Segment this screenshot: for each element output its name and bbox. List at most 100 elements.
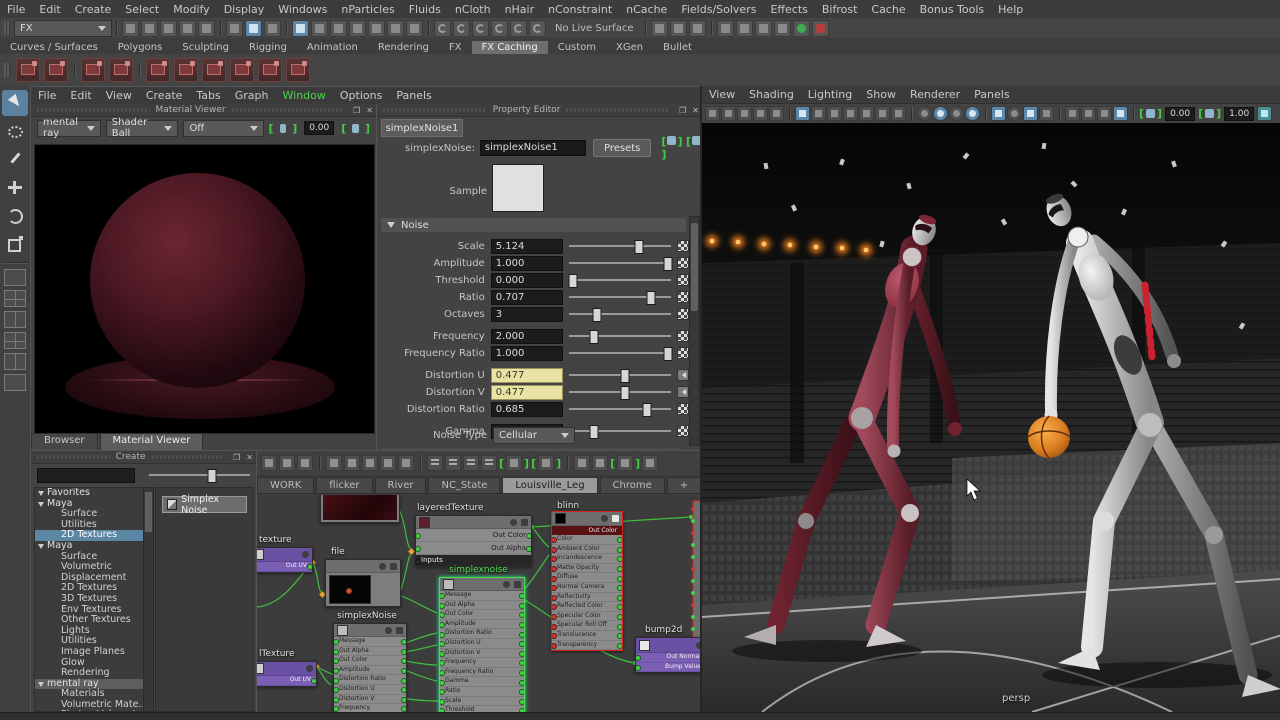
node-port-row[interactable]: Translucence <box>552 631 622 641</box>
bottom-tab[interactable]: Material Viewer <box>100 433 204 450</box>
viewport-menu-item[interactable]: View <box>702 88 742 101</box>
node-editor-tab[interactable]: Chrome <box>600 477 665 493</box>
node-port-row[interactable]: Distortion V <box>440 649 524 659</box>
rearrange-icon[interactable] <box>398 455 414 471</box>
place2d-texture-node-a[interactable]: Out UV <box>257 547 313 573</box>
fog-icon[interactable] <box>1007 106 1022 121</box>
use-all-lights-icon[interactable] <box>843 106 858 121</box>
snap-curves-icon-4[interactable] <box>491 20 508 37</box>
gamma-icon[interactable] <box>352 124 359 133</box>
node-port-row[interactable]: Specular Color <box>552 612 622 622</box>
scale-tool[interactable] <box>2 230 28 256</box>
construction-history-icon[interactable] <box>330 20 347 37</box>
hypershade-menu-item[interactable]: Panels <box>389 89 438 102</box>
create-node-item[interactable]: Simplex Noise <box>162 496 247 513</box>
scroll-thumb[interactable] <box>145 492 152 532</box>
camera-attributes-icon[interactable] <box>705 106 720 121</box>
two-pane-layout-button[interactable] <box>4 311 26 328</box>
node-port-row[interactable]: Ambient Color <box>552 545 622 555</box>
screen-space-ao-icon[interactable] <box>875 106 890 121</box>
menu-item[interactable]: Display <box>217 3 272 16</box>
shelf-tab[interactable]: Bullet <box>653 41 702 54</box>
node-port-row[interactable]: Bump Value <box>636 663 702 673</box>
node-port-row[interactable]: Out Normal <box>636 653 702 663</box>
custom-layout-button[interactable] <box>4 374 26 391</box>
hypershade-menu-item[interactable]: Options <box>333 89 389 102</box>
viewport-menu-item[interactable]: Renderer <box>903 88 967 101</box>
show-attributes-icon[interactable] <box>667 136 676 145</box>
2d-pan-zoom-icon[interactable] <box>753 106 768 121</box>
ipr-render-icon[interactable] <box>670 20 687 37</box>
node-port-row[interactable]: Frequency Ratio <box>440 668 524 678</box>
node-port-row[interactable]: Out Alpha <box>440 601 524 611</box>
node-port-row[interactable]: Reflected Color <box>552 602 622 612</box>
blinn-node[interactable]: Out Color ColorAmbient ColorIncandescenc… <box>551 511 623 651</box>
hypershade-menu-item[interactable]: Create <box>139 89 190 102</box>
node-port-row[interactable]: Ratio <box>440 687 524 697</box>
node-port-row[interactable]: Message <box>440 591 524 601</box>
node-port-row[interactable]: Out Color <box>334 656 406 666</box>
connection-icon[interactable] <box>677 330 689 342</box>
rotate-tool[interactable] <box>2 202 28 228</box>
attribute-slider[interactable] <box>569 296 671 298</box>
node-port-row[interactable]: Scale <box>440 697 524 707</box>
shelf-tab[interactable]: Polygons <box>108 41 173 54</box>
viewport-gamma-value[interactable]: 1.00 <box>1224 107 1254 121</box>
paint-select-tool[interactable] <box>2 146 28 172</box>
bookmark-icon[interactable] <box>721 106 736 121</box>
shelf-icon-4[interactable] <box>109 58 133 82</box>
save-scene-icon[interactable] <box>160 20 177 37</box>
menu-item[interactable]: Modify <box>166 3 216 16</box>
scroll-thumb[interactable] <box>691 223 698 311</box>
slider-handle[interactable] <box>621 369 630 383</box>
shelf-icon-1[interactable] <box>16 58 40 82</box>
menu-item[interactable]: Windows <box>271 3 334 16</box>
snapshot-icon[interactable] <box>642 455 658 471</box>
render-view-icon[interactable] <box>651 20 668 37</box>
shelf-grip[interactable] <box>4 63 10 77</box>
timeline-strip[interactable] <box>0 712 1280 720</box>
viewport-menu-item[interactable]: Lighting <box>801 88 859 101</box>
simple-view-icon[interactable] <box>427 455 443 471</box>
attribute-value-field[interactable]: 0.477 <box>491 368 564 383</box>
select-tool[interactable] <box>2 90 28 116</box>
bookmark-icon[interactable] <box>297 455 313 471</box>
node-port-row[interactable]: Color <box>552 535 622 545</box>
attribute-value-field[interactable]: 5.124 <box>491 239 564 254</box>
shelf-icon-2[interactable] <box>44 58 68 82</box>
attribute-slider[interactable] <box>569 245 671 247</box>
attribute-slider[interactable] <box>569 313 671 315</box>
layered-texture-node[interactable]: Out ColorOut Alpha Inputs <box>415 515 532 567</box>
full-view-icon[interactable] <box>463 455 479 471</box>
menu-item[interactable]: Fields/Solvers <box>674 3 763 16</box>
close-panel-icon[interactable]: ✕ <box>363 106 376 115</box>
render-globe-icon[interactable] <box>793 20 810 37</box>
node-port-row[interactable]: Distortion U <box>334 685 406 695</box>
attribute-value-field[interactable]: 2.000 <box>491 329 564 344</box>
shelf-tab[interactable]: Animation <box>297 41 368 54</box>
slider-handle[interactable] <box>207 469 216 483</box>
viewport-exposure-value[interactable]: 0.00 <box>1165 107 1195 121</box>
search-input[interactable] <box>37 468 135 483</box>
snap-curves-icon-5[interactable] <box>510 20 527 37</box>
shaded-icon[interactable] <box>811 106 826 121</box>
menu-item[interactable]: File <box>0 3 32 16</box>
tree-item[interactable]: Maya <box>35 541 143 552</box>
hypershade-menu-item[interactable]: Window <box>276 89 333 102</box>
hypershade-menu-item[interactable]: Graph <box>228 89 276 102</box>
attribute-slider[interactable] <box>569 374 671 376</box>
slider-handle[interactable] <box>592 308 601 322</box>
menu-item[interactable]: Help <box>991 3 1030 16</box>
node-editor-tab[interactable]: NC_State <box>428 477 500 493</box>
node-port-row[interactable]: Out UV <box>257 562 312 572</box>
menu-item[interactable]: Select <box>118 3 166 16</box>
attribute-slider[interactable] <box>569 352 671 354</box>
shelf-icon-7[interactable] <box>202 58 226 82</box>
paint-effects-icon[interactable] <box>812 20 829 37</box>
display-layer-icon-1[interactable] <box>717 20 734 37</box>
exposure-icon[interactable] <box>1146 109 1155 118</box>
display-layer-icon-4[interactable] <box>774 20 791 37</box>
slider-handle[interactable] <box>642 403 651 417</box>
bump2d-node[interactable]: Out NormalBump Value <box>635 637 702 673</box>
node-port-row[interactable]: Out Alpha <box>416 542 531 555</box>
